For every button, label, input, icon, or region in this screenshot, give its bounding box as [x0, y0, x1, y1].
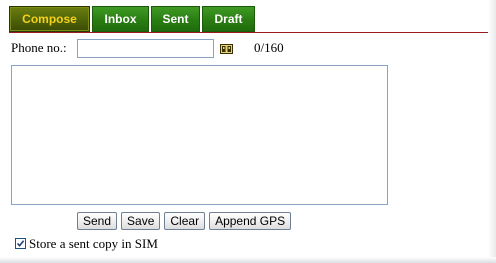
checkmark-icon: [16, 240, 25, 247]
tab-bar: Compose Inbox Sent Draft: [9, 6, 255, 32]
tab-draft[interactable]: Draft: [202, 6, 255, 32]
character-counter: 0/160: [254, 40, 284, 55]
store-copy-label: Store a sent copy in SIM: [29, 236, 158, 251]
tab-inbox[interactable]: Inbox: [92, 6, 149, 32]
store-copy-option: Store a sent copy in SIM: [15, 236, 158, 251]
tab-compose[interactable]: Compose: [9, 6, 90, 32]
phone-label: Phone no.:: [11, 40, 67, 55]
clear-button[interactable]: Clear: [164, 212, 206, 230]
frame-edge: [488, 0, 496, 263]
frame-edge: [0, 257, 496, 263]
tab-sent[interactable]: Sent: [151, 6, 200, 32]
store-copy-checkbox[interactable]: [15, 238, 26, 249]
save-button[interactable]: Save: [121, 212, 161, 230]
address-book-icon[interactable]: [220, 41, 233, 54]
send-button[interactable]: Send: [77, 212, 118, 230]
phone-number-input[interactable]: [77, 39, 214, 58]
append-gps-button[interactable]: Append GPS: [209, 212, 292, 230]
tab-divider: [9, 32, 489, 33]
message-textarea[interactable]: [11, 65, 388, 205]
action-buttons: Send Save Clear Append GPS: [77, 212, 292, 230]
sms-compose-panel: Compose Inbox Sent Draft Phone no.: 0/16…: [0, 0, 496, 263]
